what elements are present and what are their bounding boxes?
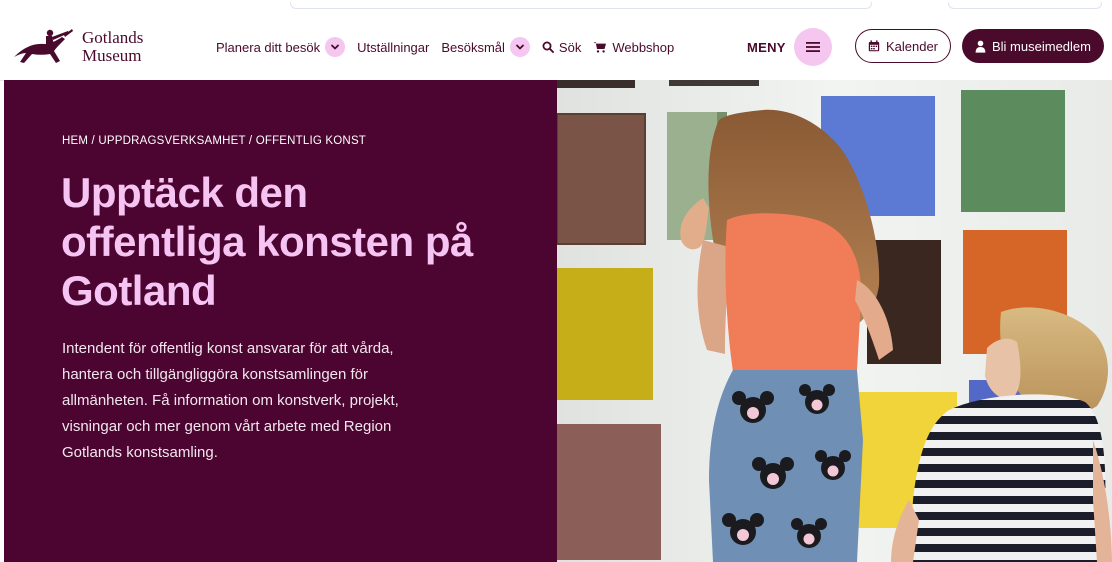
- nav-item-label: Besöksmål: [441, 39, 505, 55]
- main-nav: Planera ditt besök Utställningar Besöksm…: [216, 36, 686, 58]
- menu-toggle[interactable]: MENY: [747, 28, 832, 66]
- hero-text-panel: HEM / UPPDRAGSVERKSAMHET / OFFENTLIG KON…: [4, 80, 557, 562]
- chevron-down-icon[interactable]: [509, 37, 530, 57]
- nav-item-label: Webbshop: [612, 39, 675, 55]
- rider-logo-icon: [14, 29, 73, 63]
- nav-item-sok[interactable]: Sök: [542, 40, 581, 55]
- nav-item-besoksmal[interactable]: Besöksmål: [441, 37, 530, 57]
- nav-item-label: Planera ditt besök: [216, 39, 321, 55]
- logo-line-1: Gotlands: [82, 28, 144, 47]
- menu-label: MENY: [747, 39, 786, 55]
- top-strip-outline-right: [948, 2, 1102, 9]
- nav-item-utstallningar[interactable]: Utställningar: [357, 40, 429, 55]
- nav-item-label: Sök: [558, 39, 582, 55]
- become-member-button[interactable]: Bli museimedlem: [962, 29, 1104, 63]
- top-strip-outline: [290, 2, 872, 9]
- calendar-icon: [868, 40, 880, 52]
- hamburger-icon[interactable]: [793, 28, 832, 66]
- nav-item-label: Utställningar: [357, 39, 430, 55]
- logo-text: Gotlands Museum: [82, 29, 143, 65]
- calendar-button-label: Kalender: [885, 38, 939, 54]
- site-logo[interactable]: Gotlands Museum: [10, 24, 160, 70]
- breadcrumb[interactable]: HEM / UPPDRAGSVERKSAMHET / OFFENTLIG KON…: [62, 135, 366, 147]
- browser-top-strip: [0, 0, 1112, 14]
- site-header: Gotlands Museum Planera ditt besök Utstä…: [0, 14, 1112, 81]
- calendar-button[interactable]: Kalender: [855, 29, 951, 63]
- nav-item-webbshop[interactable]: Webbshop: [593, 40, 674, 55]
- children-at-colour-wall-illustration: [557, 80, 1112, 562]
- chevron-down-icon[interactable]: [325, 37, 346, 57]
- cart-icon: [593, 41, 607, 53]
- hero-description: Intendent för offentlig konst ansvarar f…: [62, 340, 399, 461]
- nav-item-planera[interactable]: Planera ditt besök: [216, 37, 346, 57]
- user-badge-icon: [975, 40, 986, 53]
- logo-line-2: Museum: [82, 46, 142, 65]
- search-icon: [542, 41, 554, 53]
- page-title: Upptäck den offentliga konsten på Gotlan…: [61, 169, 473, 314]
- member-button-label: Bli museimedlem: [992, 38, 1091, 54]
- hero-image: [557, 80, 1112, 562]
